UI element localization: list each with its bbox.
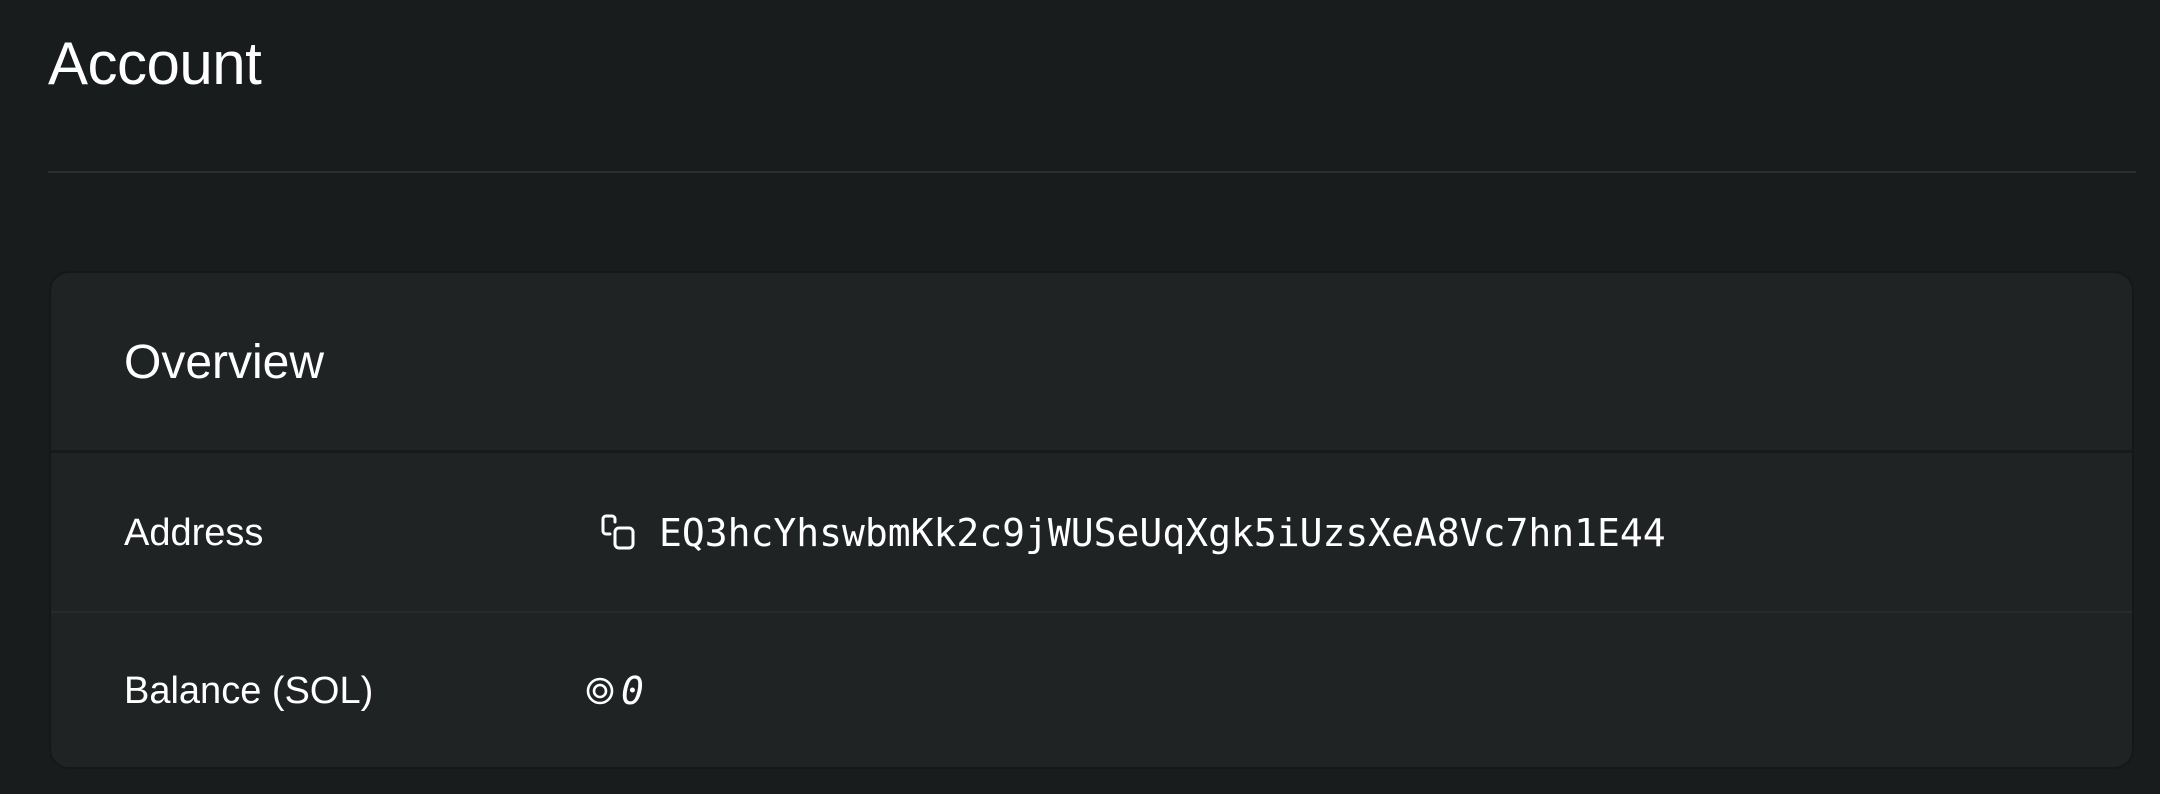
balance-amount: 0 bbox=[621, 669, 644, 713]
overview-title: Overview bbox=[124, 336, 325, 389]
page-title: Account bbox=[48, 30, 262, 97]
address-row: Address EQ3hcYhswbmKk2c9jWUSeUqXgk5iUzsX… bbox=[51, 453, 2132, 613]
account-address[interactable]: EQ3hcYhswbmKk2c9jWUSeUqXgk5iUzsXeA8Vc7hn… bbox=[659, 510, 1666, 556]
address-label: Address bbox=[124, 512, 264, 554]
overview-card: Overview Address EQ3hcYhswbmKk2c9jWUSeUq… bbox=[49, 271, 2134, 769]
balance-row: Balance (SOL) 0 bbox=[51, 613, 2132, 767]
account-page: Account Overview Address EQ3hcYhswbmKk2c… bbox=[0, 0, 2160, 794]
balance-value: 0 bbox=[585, 668, 644, 714]
overview-card-header: Overview bbox=[51, 273, 2132, 453]
address-value: EQ3hcYhswbmKk2c9jWUSeUqXgk5iUzsXeA8Vc7hn… bbox=[601, 510, 1666, 556]
title-divider bbox=[48, 171, 2136, 173]
sol-icon bbox=[585, 668, 619, 714]
balance-label: Balance (SOL) bbox=[124, 670, 374, 712]
copy-icon[interactable] bbox=[601, 510, 641, 556]
